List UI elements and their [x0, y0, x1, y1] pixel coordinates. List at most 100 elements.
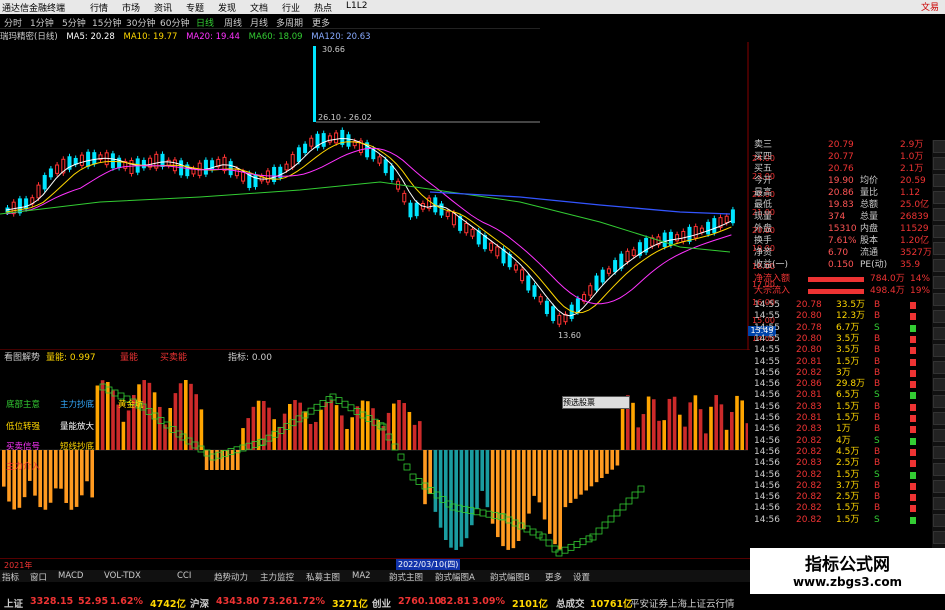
period-item[interactable]: 周线 — [224, 16, 242, 29]
tick-time: 14:56 — [754, 458, 780, 469]
tick-time: 14:56 — [754, 503, 780, 514]
menu-item[interactable]: 热点 — [314, 1, 332, 14]
candle-body — [445, 211, 450, 217]
tick-row: 14:55 20.80 12.3万 B — [750, 311, 935, 322]
indicator-tab[interactable]: 韵式幅图A — [435, 571, 475, 583]
indicator-tab[interactable]: 主力监控 — [260, 571, 294, 583]
side-tool-icon[interactable] — [933, 174, 945, 187]
indicator-tab[interactable]: 韵式主图 — [389, 571, 423, 583]
side-tool-icon[interactable] — [933, 208, 945, 221]
side-tool-icon[interactable] — [933, 446, 945, 459]
menu-item[interactable]: 发现 — [218, 1, 236, 14]
side-tool-icon[interactable] — [933, 361, 945, 374]
side-tool-icon[interactable] — [933, 327, 945, 340]
tick-marker — [910, 324, 916, 332]
period-item[interactable]: 更多 — [312, 16, 330, 29]
side-tool-icon[interactable] — [933, 429, 945, 442]
sub-indicator-name[interactable]: 看图解势 — [4, 350, 40, 363]
menu-item[interactable]: L1L2 — [346, 1, 367, 11]
flow-bar — [808, 289, 864, 294]
side-tool-icon[interactable] — [933, 531, 945, 544]
side-tool-icon[interactable] — [933, 191, 945, 204]
indicator-step — [585, 535, 593, 543]
period-item[interactable]: 1分钟 — [30, 16, 54, 29]
logo-title: 指标公式网 — [805, 555, 890, 575]
menu-item[interactable]: 行情 — [90, 1, 108, 14]
tick-direction: B — [874, 401, 881, 412]
indicator-chart[interactable] — [0, 364, 748, 564]
period-item[interactable]: 30分钟 — [126, 16, 155, 29]
quote-value: 1.12 — [900, 188, 921, 198]
candle-body — [334, 132, 339, 144]
menu-item[interactable]: 专题 — [186, 1, 204, 14]
ma120-label: MA120: 20.63 — [311, 32, 371, 42]
tick-row: 14:56 20.82 1.5万 B — [750, 503, 935, 514]
period-item[interactable]: 60分钟 — [160, 16, 189, 29]
candle-body — [327, 135, 332, 143]
indicator-tab[interactable]: 指标 — [2, 571, 19, 583]
indicator-bar — [38, 450, 42, 508]
quote-row: 买五 20.76 2.1万 — [750, 164, 935, 175]
ma60-line — [0, 181, 731, 253]
side-tool-icon[interactable] — [933, 395, 945, 408]
side-tool-icon[interactable] — [933, 480, 945, 493]
period-item[interactable]: 月线 — [250, 16, 268, 29]
indicator-tab[interactable]: VOL-TDX — [104, 571, 141, 581]
indicator-step — [625, 497, 633, 505]
side-tool-icon[interactable] — [933, 497, 945, 510]
indicator-tab[interactable]: 私募主图 — [306, 571, 340, 583]
candle-body — [464, 222, 469, 234]
side-tool-icon[interactable] — [933, 463, 945, 476]
side-tool-icon[interactable] — [933, 344, 945, 357]
side-tool-icon[interactable] — [933, 412, 945, 425]
indicator-bar — [678, 414, 682, 450]
logo-url: www.zbgs3.com — [792, 575, 903, 589]
tick-time: 14:55 — [754, 356, 780, 367]
menu-item[interactable]: 文档 — [250, 1, 268, 14]
indicator-tab[interactable]: 窗口 — [30, 571, 47, 583]
indicator-tab[interactable]: CCI — [177, 571, 191, 581]
side-tool-icon[interactable] — [933, 140, 945, 153]
side-tool-icon[interactable] — [933, 514, 945, 527]
indicator-tab[interactable]: 更多 — [545, 571, 562, 583]
side-tool-icon[interactable] — [933, 293, 945, 306]
kline-chart[interactable]: 30.66 26.10 - 26.02 13.60 — [0, 42, 750, 350]
side-tool-icon[interactable] — [933, 157, 945, 170]
candle-body — [631, 249, 636, 257]
menu-right-label[interactable]: 文易 — [921, 0, 939, 13]
indicator-tab[interactable]: 设置 — [573, 571, 590, 583]
candles-group — [5, 127, 735, 328]
side-tool-icon[interactable] — [933, 225, 945, 238]
popup-select-stock[interactable]: 预选股票 — [562, 396, 630, 409]
tick-row: 14:56 20.82 1.5万 S — [750, 470, 935, 481]
flow-row: 净流入额 784.0万 14% — [750, 274, 935, 285]
period-item[interactable]: 15分钟 — [92, 16, 121, 29]
side-tool-icon[interactable] — [933, 259, 945, 272]
side-tool-icon[interactable] — [933, 242, 945, 255]
indicator-tab[interactable]: MACD — [58, 571, 83, 581]
side-tool-icon[interactable] — [933, 310, 945, 323]
menu-item[interactable]: 市场 — [122, 1, 140, 14]
side-toolbar — [932, 140, 945, 580]
sz-pct: 1.72% — [292, 596, 325, 607]
indicator-tab[interactable]: 趋势动力 — [214, 571, 248, 583]
candle-body — [36, 184, 41, 199]
period-item[interactable]: 分时 — [4, 16, 22, 29]
period-item[interactable]: 5分钟 — [62, 16, 86, 29]
period-item[interactable]: 多周期 — [276, 16, 303, 29]
low-price-label: 13.60 — [558, 331, 581, 340]
ma60-label: MA60: 18.09 — [248, 32, 303, 42]
indicator-bar — [714, 395, 718, 450]
candle-body — [346, 134, 351, 147]
menu-item[interactable]: 行业 — [282, 1, 300, 14]
indicator-tab[interactable]: 韵式幅图B — [490, 571, 530, 583]
indicator-step — [579, 538, 587, 546]
side-tool-icon[interactable] — [933, 378, 945, 391]
period-item-active[interactable]: 日线 — [196, 16, 214, 29]
indicator-tab[interactable]: MA2 — [352, 571, 371, 581]
tick-direction: B — [874, 503, 881, 514]
menu-item[interactable]: 资讯 — [154, 1, 172, 14]
side-tool-icon[interactable] — [933, 276, 945, 289]
tick-time: 14:56 — [754, 390, 780, 401]
quote-value: 1.0万 — [900, 152, 924, 162]
